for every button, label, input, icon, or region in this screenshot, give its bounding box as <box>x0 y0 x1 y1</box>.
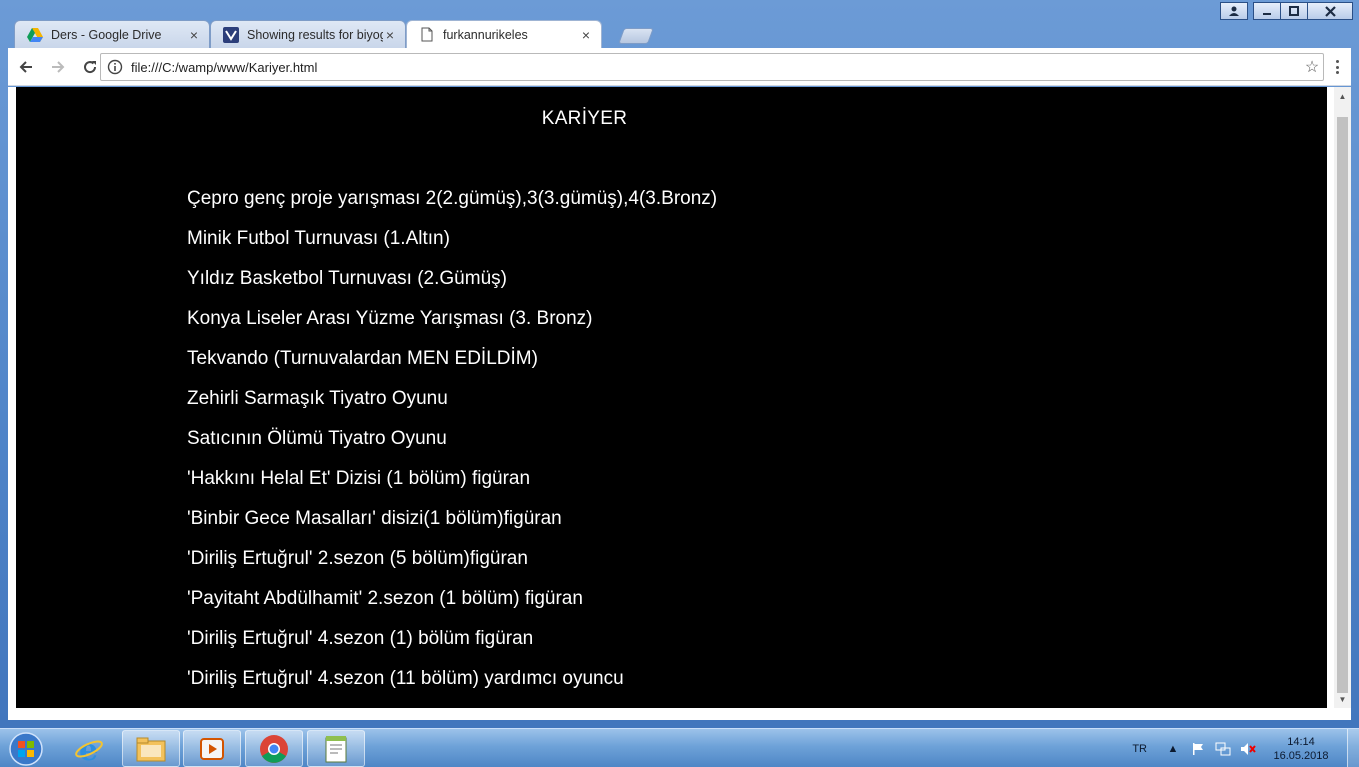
clock-date: 16.05.2018 <box>1273 749 1329 762</box>
arrow-right-icon <box>52 60 65 73</box>
scrollbar-thumb[interactable] <box>1337 117 1348 693</box>
internet-explorer-icon: e <box>75 734 103 764</box>
restore-button[interactable] <box>1280 2 1308 20</box>
close-tab-icon[interactable]: × <box>579 27 593 43</box>
list-item: Minik Futbol Turnuvası (1.Altın) <box>187 228 450 249</box>
browser-menu-button[interactable] <box>1329 57 1345 77</box>
list-item: 'Hakkını Helal Et' Dizisi (1 bölüm) figü… <box>187 468 531 489</box>
taskbar: e TR ▲ 14:14 16.05.2018 <box>0 728 1359 767</box>
reload-icon <box>84 60 97 73</box>
address-bar[interactable]: file:///C:/wamp/www/Kariyer.html ☆ <box>100 53 1324 81</box>
user-profile-icon[interactable] <box>1220 2 1248 20</box>
scroll-down-arrow-icon[interactable]: ▼ <box>1334 692 1351 706</box>
document-icon <box>419 27 435 43</box>
vertical-scrollbar[interactable]: ▲ ▼ <box>1334 87 1351 708</box>
language-indicator[interactable]: TR <box>1132 743 1147 755</box>
tab-furkannurikeles[interactable]: furkannurikeles × <box>406 20 602 48</box>
menu-dot <box>1335 65 1339 69</box>
show-desktop-button[interactable] <box>1347 729 1359 767</box>
svg-text:e: e <box>79 734 98 764</box>
clock[interactable]: 14:14 16.05.2018 <box>1265 735 1337 763</box>
close-window-button[interactable] <box>1307 2 1353 20</box>
network-icon[interactable] <box>1215 741 1231 757</box>
site-logo-icon <box>223 26 239 43</box>
list-item: Satıcının Ölümü Tiyatro Oyunu <box>187 428 447 449</box>
notepad-icon <box>325 735 347 762</box>
tab-title: Showing results for biyog <box>247 27 383 42</box>
page-viewport: KARİYER Çepro genç proje yarışması 2(2.g… <box>16 87 1327 708</box>
close-tab-icon[interactable]: × <box>383 27 397 43</box>
tab-title: Ders - Google Drive <box>51 27 162 42</box>
chrome-icon <box>260 734 288 763</box>
close-tab-icon[interactable]: × <box>187 27 201 43</box>
career-list: Çepro genç proje yarışması 2(2.gümüş),3(… <box>187 187 717 707</box>
taskbar-internet-explorer[interactable]: e <box>60 730 118 767</box>
volume-muted-icon[interactable] <box>1240 741 1256 757</box>
tab-search-results[interactable]: Showing results for biyog × <box>210 20 406 48</box>
tab-google-drive[interactable]: Ders - Google Drive × <box>14 20 210 48</box>
browser-window: Ders - Google Drive × Showing results fo… <box>0 0 1359 728</box>
taskbar-chrome[interactable] <box>245 730 303 767</box>
system-tray: TR ▲ 14:14 16.05.2018 <box>1132 729 1359 767</box>
list-item: Konya Liseler Arası Yüzme Yarışması (3. … <box>187 308 593 329</box>
list-item: 'Diriliş Ertuğrul' 4.sezon (11 bölüm) ya… <box>187 668 624 689</box>
show-hidden-icons-arrow-icon[interactable]: ▲ <box>1165 741 1181 757</box>
scroll-up-arrow-icon[interactable]: ▲ <box>1334 89 1351 103</box>
action-center-flag-icon[interactable] <box>1190 741 1206 757</box>
minimize-button[interactable] <box>1253 2 1281 20</box>
start-button[interactable] <box>4 730 48 767</box>
forward-button[interactable] <box>44 53 72 81</box>
list-item: Yıldız Basketbol Turnuvası (2.Gümüş) <box>187 268 507 289</box>
list-item: 'Diriliş Ertuğrul' 2.sezon (5 bölüm)figü… <box>187 548 528 569</box>
browser-toolbar: file:///C:/wamp/www/Kariyer.html ☆ <box>8 48 1351 86</box>
arrow-left-icon <box>19 60 32 73</box>
google-drive-icon <box>27 27 43 43</box>
new-tab-button[interactable] <box>618 28 654 44</box>
list-item: 'Payitaht Abdülhamit' 2.sezon (1 bölüm) … <box>187 588 583 609</box>
url-text[interactable]: file:///C:/wamp/www/Kariyer.html <box>131 60 1301 75</box>
list-item: 'Diriliş Ertuğrul' 4.sezon (1) bölüm fig… <box>187 628 534 649</box>
menu-dot <box>1335 71 1339 74</box>
taskbar-media-player[interactable] <box>183 730 241 767</box>
window-caption-buttons <box>1220 2 1353 20</box>
clock-time: 14:14 <box>1287 735 1315 748</box>
list-item: Zehirli Sarmaşık Tiyatro Oyunu <box>187 388 448 409</box>
back-button[interactable] <box>12 53 40 81</box>
list-item: Çepro genç proje yarışması 2(2.gümüş),3(… <box>187 188 718 209</box>
tab-title: furkannurikeles <box>443 27 528 42</box>
media-player-icon <box>200 737 224 760</box>
bookmark-star-icon[interactable]: ☆ <box>1301 57 1323 77</box>
folder-icon <box>136 737 166 761</box>
taskbar-notepad-plus[interactable] <box>307 730 365 767</box>
menu-dot <box>1335 60 1339 63</box>
info-icon[interactable] <box>107 59 123 75</box>
taskbar-file-explorer[interactable] <box>122 730 180 767</box>
tab-strip: Ders - Google Drive × Showing results fo… <box>14 20 714 48</box>
windows-logo-icon <box>9 732 43 766</box>
list-item: Tekvando (Turnuvalardan MEN EDİLDİM) <box>187 348 538 369</box>
list-item: 'Binbir Gece Masalları' disizi(1 bölüm)f… <box>187 508 562 529</box>
page-title: KARİYER <box>541 108 628 129</box>
